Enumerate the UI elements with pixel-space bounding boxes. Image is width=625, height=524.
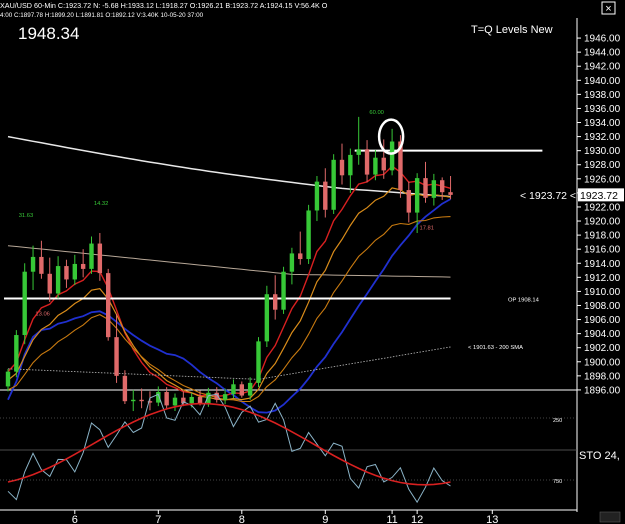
candle-body-down [106,273,111,338]
candle-body-down [298,253,303,260]
swing-left-label: 31.63 [19,213,34,219]
price-tick-label: 1912.00 [584,273,621,284]
candle-body-up [289,253,295,272]
price-tick-label: 1916.00 [584,245,621,256]
price-tick-label: 1930.00 [584,146,621,157]
price-tick-label: 1936.00 [584,104,621,115]
date-tick-label: 12 [411,514,423,524]
price-tick-label: 1946.00 [584,34,621,45]
candle-body-up [131,399,136,402]
candle-body-up [247,382,253,396]
candle-body-up [256,341,261,383]
candle-body-up [331,159,336,210]
price-display: 1948.34 [18,24,79,43]
swing-left-low-label: 13.06 [35,311,50,317]
price-tick-label: 1918.00 [584,231,621,242]
candle-body-down [440,180,445,193]
candle-body-up [222,394,228,400]
candle-body-down [406,190,411,213]
price-tick-label: 1908.00 [584,301,621,312]
price-tick-label: 1940.00 [584,76,621,87]
date-tick-label: 9 [322,514,328,524]
price-tick-label: 1922.00 [584,202,621,213]
stoch-scale-750: 750 [553,479,562,485]
candle-body-down [239,384,244,396]
candle-body-up [72,263,77,280]
candle-body-down [448,192,453,195]
candle-body-up [264,294,270,342]
price-tick-label: 1938.00 [584,90,621,101]
price-tick-label: 1896.00 [584,385,621,396]
date-tick-label: 6 [72,514,78,524]
candle-body-up [172,397,178,406]
price-tick-label: 1944.00 [584,48,621,59]
candle-body-up [373,157,378,175]
candle-body-up [55,266,61,294]
date-tick-label: 11 [386,514,397,524]
swing-low-label: 17.81 [420,225,435,231]
candle-body-up [189,396,194,404]
candle-body-down [273,294,278,310]
swing-high-label: 60.00 [369,110,384,116]
candle-body-down [339,159,345,176]
candle-body-up [281,271,286,310]
candle-body-up [348,154,353,176]
chart-title: T=Q Levels New [471,24,553,36]
candle-body-down [323,181,328,210]
date-tick-label: 8 [239,514,245,524]
candle-body-up [30,256,36,272]
op-level-label: OP 1908.14 [508,297,540,303]
candle-body-down [114,337,119,376]
corner-badge [599,511,621,523]
last-price-box-text: 1923.72 [580,190,618,202]
candle-body-up [306,210,311,260]
last-price-arrow-label: < 1923.72 < [520,190,576,202]
candle-body-down [47,273,52,294]
price-tick-label: 1906.00 [584,315,621,326]
price-tick-label: 1926.00 [584,174,621,185]
price-tick-label: 1902.00 [584,343,621,354]
candle-body-up [231,384,236,395]
candle-body-up [389,141,395,171]
close-icon: × [605,3,611,15]
candle-body-up [89,243,94,269]
header-quote-line: XAU/USD 60-Min C:1923.72 N: -5.68 H:1933… [0,1,328,10]
candle-body-up [22,271,27,336]
candle-body-down [423,178,428,198]
candle-body-up [14,335,19,372]
stoch-label: STO 24, [579,450,620,462]
price-tick-label: 1910.00 [584,287,621,298]
candle-body-up [414,178,420,213]
price-tick-label: 1934.00 [584,118,621,129]
price-tick-label: 1904.00 [584,329,621,340]
swing-mid-label: 14.32 [94,201,109,207]
date-tick-label: 7 [155,514,161,524]
date-tick-label: 13 [486,514,498,524]
header-prev-bar-line: 4:00 C:1897.78 H:1899.20 L:1891.81 O:189… [0,12,204,19]
trading-chart[interactable]: XAU/USD 60-Min C:1923.72 N: -5.68 H:1933… [0,0,625,524]
candle-body-down [64,266,69,280]
candle-body-down [39,256,44,274]
price-tick-label: 1920.00 [584,217,621,228]
sma200-label: < 1901.63 - 200 SMA [468,345,523,351]
price-tick-label: 1914.00 [584,259,621,270]
stoch-scale-250: 250 [553,418,562,424]
candle-body-down [80,263,86,269]
candle-body-down [164,392,169,406]
price-tick-label: 1898.00 [584,371,621,382]
candle-body-up [314,181,320,211]
price-tick-label: 1942.00 [584,62,621,73]
price-tick-label: 1932.00 [584,132,621,143]
candle-body-up [431,180,437,198]
candle-body-down [97,243,103,274]
candle-body-down [364,149,370,175]
candle-body-up [5,371,11,387]
candle-body-up [356,149,361,155]
candle-body-down [381,157,386,171]
price-tick-label: 1900.00 [584,357,621,368]
candle-body-down [122,375,128,402]
price-tick-label: 1928.00 [584,160,621,171]
candle-body-down [139,399,144,402]
